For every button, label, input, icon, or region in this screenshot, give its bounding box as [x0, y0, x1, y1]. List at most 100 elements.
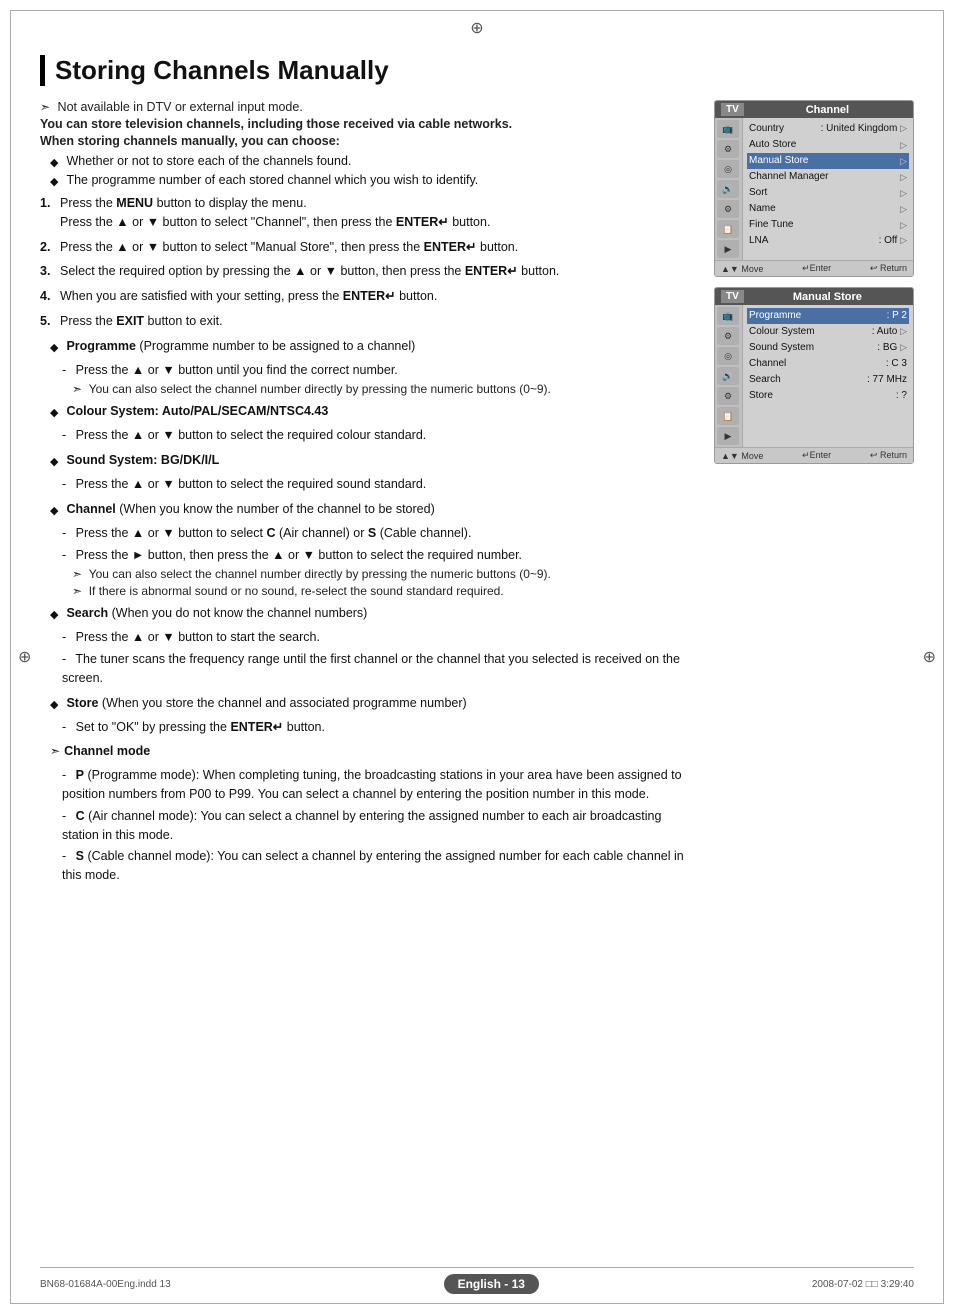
bullet-diamond: ◆ — [50, 175, 58, 188]
menu2-row-store: Store : ? — [747, 388, 909, 404]
panel1-header: TV Channel — [715, 101, 913, 118]
feature-channel-header: ◆ Channel (When you know the number of t… — [50, 502, 696, 520]
feature-colour: ◆ Colour System: Auto/PAL/SECAM/NTSC4.43… — [50, 404, 696, 445]
panel2-header: TV Manual Store — [715, 288, 913, 305]
menu2-row-programme: Programme : P 2 — [747, 308, 909, 324]
step-3-content: Select the required option by pressing t… — [60, 262, 696, 281]
feature-sound-header: ◆ Sound System: BG/DK/I/L — [50, 453, 696, 471]
feature-search-header: ◆ Search (When you do not know the chann… — [50, 606, 696, 624]
step-2: 2. Press the ▲ or ▼ button to select "Ma… — [40, 238, 696, 257]
feature-search: ◆ Search (When you do not know the chann… — [50, 606, 696, 687]
feature-store-sub1: - Set to "OK" by pressing the ENTER↵ but… — [62, 718, 696, 737]
panel1-icons: 📺 ⚙ ◎ 🔊 ⚙ 📋 ▶ — [715, 118, 743, 260]
note-line-1: ➣ Not available in DTV or external input… — [40, 100, 696, 114]
icon-2: ⚙ — [717, 140, 739, 158]
menu-row-country: Country : United Kingdom ▷ — [747, 121, 909, 137]
bullet-diamond: ◆ — [50, 341, 58, 354]
panel2-title: Manual Store — [748, 291, 907, 303]
footer-enter: ↵Enter — [802, 263, 831, 274]
menu-row-autostore: Auto Store ▷ — [747, 137, 909, 153]
main-layout: ➣ Not available in DTV or external input… — [40, 100, 914, 893]
tv-panel-channel: TV Channel 📺 ⚙ ◎ 🔊 ⚙ 📋 ▶ — [714, 100, 914, 277]
icon-5: ⚙ — [717, 200, 739, 218]
feature-channel-sub2: - Press the ► button, then press the ▲ o… — [62, 546, 696, 565]
feature-channel-note2: ➣ If there is abnormal sound or no sound… — [72, 584, 696, 598]
feature-search-sub1: - Press the ▲ or ▼ button to start the s… — [62, 628, 696, 647]
reg-mark-top: ⊕ — [470, 18, 483, 38]
panel2-footer: ▲▼ Move ↵Enter ↩ Return — [715, 447, 913, 463]
icon-p2-3: ◎ — [717, 347, 739, 365]
bullet-diamond: ◆ — [50, 156, 58, 169]
feature-channel-note1: ➣ You can also select the channel number… — [72, 567, 696, 581]
feature-store: ◆ Store (When you store the channel and … — [50, 696, 696, 737]
icon-p2-2: ⚙ — [717, 327, 739, 345]
panel2-menu: Programme : P 2 Colour System : Auto ▷ S… — [743, 305, 913, 447]
left-column: ➣ Not available in DTV or external input… — [40, 100, 696, 893]
step-4-content: When you are satisfied with your setting… — [60, 287, 696, 306]
feature-sound-sub1: - Press the ▲ or ▼ button to select the … — [62, 475, 696, 494]
footer2-move: ▲▼ Move — [721, 450, 763, 461]
panel1-title: Channel — [748, 104, 907, 116]
feature-channel-mode: ➣ Channel mode - P (Programme mode): Whe… — [50, 744, 696, 885]
feature-programme-sub1: - Press the ▲ or ▼ button until you find… — [62, 361, 696, 380]
feature-programme: ◆ Programme (Programme number to be assi… — [50, 339, 696, 397]
menu-row-finetune: Fine Tune ▷ — [747, 217, 909, 233]
menu-row-channelmgr: Channel Manager ▷ — [747, 169, 909, 185]
content-area: Storing Channels Manually ➣ Not availabl… — [40, 55, 914, 1254]
menu2-row-soundsys: Sound System : BG ▷ — [747, 340, 909, 356]
reg-mark-left: ⊕ — [18, 647, 31, 667]
panel1-footer: ▲▼ Move ↵Enter ↩ Return — [715, 260, 913, 276]
menu2-row-search: Search : 77 MHz — [747, 372, 909, 388]
intro-bullets: ◆ Whether or not to store each of the ch… — [50, 154, 696, 188]
feature-colour-header: ◆ Colour System: Auto/PAL/SECAM/NTSC4.43 — [50, 404, 696, 422]
feature-store-header: ◆ Store (When you store the channel and … — [50, 696, 696, 714]
icon-p2-7: ▶ — [717, 427, 739, 445]
channel-mode-s: - S (Cable channel mode): You can select… — [62, 847, 696, 885]
step-1-content: Press the MENU button to display the men… — [60, 194, 696, 232]
icon-p2-5: ⚙ — [717, 387, 739, 405]
footer2-return: ↩ Return — [870, 450, 907, 461]
icon-1: 📺 — [717, 120, 739, 138]
tv-panel-manualstore: TV Manual Store 📺 ⚙ ◎ 🔊 ⚙ 📋 ▶ — [714, 287, 914, 464]
channel-mode-c: - C (Air channel mode): You can select a… — [62, 807, 696, 845]
panel1-menu: Country : United Kingdom ▷ Auto Store ▷ … — [743, 118, 913, 260]
feature-sound: ◆ Sound System: BG/DK/I/L - Press the ▲ … — [50, 453, 696, 494]
feature-channel-sub1: - Press the ▲ or ▼ button to select C (A… — [62, 524, 696, 543]
menu-row-sort: Sort ▷ — [747, 185, 909, 201]
note-line-2: You can store television channels, inclu… — [40, 117, 696, 131]
footer-move: ▲▼ Move — [721, 263, 763, 274]
panel1-body: 📺 ⚙ ◎ 🔊 ⚙ 📋 ▶ Country : United Kingdom ▷ — [715, 118, 913, 260]
footer2-enter: ↵Enter — [802, 450, 831, 461]
bullet-item: ◆ The programme number of each stored ch… — [50, 173, 696, 188]
bullet-diamond: ◆ — [50, 406, 58, 419]
reg-mark-right: ⊕ — [923, 647, 936, 667]
bullet-diamond: ◆ — [50, 504, 58, 517]
bullet-diamond: ◆ — [50, 455, 58, 468]
channel-mode-p: - P (Programme mode): When completing tu… — [62, 766, 696, 804]
icon-7: ▶ — [717, 240, 739, 258]
icon-p2-1: 📺 — [717, 307, 739, 325]
bottom-date: 2008-07-02 □□ 3:29:40 — [812, 1279, 914, 1290]
bottom-page-label: English - 13 — [444, 1274, 539, 1294]
feature-channel: ◆ Channel (When you know the number of t… — [50, 502, 696, 599]
right-column: TV Channel 📺 ⚙ ◎ 🔊 ⚙ 📋 ▶ — [714, 100, 914, 474]
panel2-body: 📺 ⚙ ◎ 🔊 ⚙ 📋 ▶ Programme : P 2 — [715, 305, 913, 447]
footer-return: ↩ Return — [870, 263, 907, 274]
icon-p2-4: 🔊 — [717, 367, 739, 385]
step-2-content: Press the ▲ or ▼ button to select "Manua… — [60, 238, 696, 257]
menu2-row-channel: Channel : C 3 — [747, 356, 909, 372]
steps-section: 1. Press the MENU button to display the … — [40, 194, 696, 331]
icon-6: 📋 — [717, 220, 739, 238]
panel2-tv-label: TV — [721, 290, 744, 303]
page-title: Storing Channels Manually — [40, 55, 914, 86]
icon-4: 🔊 — [717, 180, 739, 198]
channel-mode-arrow: ➣ — [50, 744, 60, 758]
menu2-row-coloursys: Colour System : Auto ▷ — [747, 324, 909, 340]
step-5: 5. Press the EXIT button to exit. — [40, 312, 696, 331]
feature-search-sub2: - The tuner scans the frequency range un… — [62, 650, 696, 688]
bullet-item: ◆ Whether or not to store each of the ch… — [50, 154, 696, 169]
step-1: 1. Press the MENU button to display the … — [40, 194, 696, 232]
menu-row-name: Name ▷ — [747, 201, 909, 217]
feature-colour-sub1: - Press the ▲ or ▼ button to select the … — [62, 426, 696, 445]
bottom-file: BN68-01684A-00Eng.indd 13 — [40, 1279, 171, 1290]
